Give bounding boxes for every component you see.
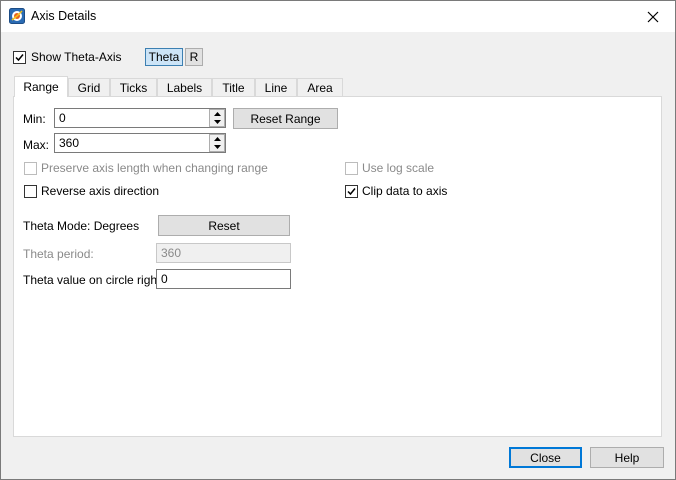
theta-circle-right-input[interactable]: 0 <box>156 269 291 289</box>
close-button[interactable]: Close <box>509 447 582 468</box>
close-icon <box>647 11 659 22</box>
spin-up-icon[interactable] <box>210 110 224 118</box>
show-axis-checkbox[interactable] <box>13 51 26 64</box>
preserve-length-checkbox[interactable] <box>24 162 37 175</box>
max-label: Max: <box>23 138 50 152</box>
reset-range-button[interactable]: Reset Range <box>233 108 338 129</box>
tab-line[interactable]: Line <box>255 78 297 97</box>
checkmark-icon <box>15 54 24 62</box>
tab-area[interactable]: Area <box>297 78 343 97</box>
window-title: Axis Details <box>31 9 97 23</box>
theta-period-input[interactable]: 360 <box>156 243 291 263</box>
tab-title[interactable]: Title <box>212 78 255 97</box>
min-input[interactable]: 0 <box>54 108 226 128</box>
tab-ticks[interactable]: Ticks <box>110 78 157 97</box>
app-icon <box>9 8 25 24</box>
help-button[interactable]: Help <box>590 447 664 468</box>
max-spinner[interactable] <box>209 134 225 152</box>
theta-circle-right-label: Theta value on circle right: <box>23 273 164 287</box>
tab-labels[interactable]: Labels <box>157 78 212 97</box>
tab-range[interactable]: Range <box>14 76 68 97</box>
checkmark-icon <box>347 188 356 196</box>
min-label: Min: <box>23 112 46 126</box>
spin-down-icon[interactable] <box>210 118 224 126</box>
theta-period-label: Theta period: <box>23 247 94 261</box>
preserve-length-label: Preserve axis length when changing range <box>41 161 268 175</box>
spin-up-icon[interactable] <box>210 135 224 143</box>
clip-data-checkbox[interactable] <box>345 185 358 198</box>
reset-theta-button[interactable]: Reset <box>158 215 290 236</box>
use-log-scale-label: Use log scale <box>362 161 435 175</box>
clip-data-label: Clip data to axis <box>362 184 448 198</box>
show-axis-label: Show Theta-Axis <box>31 50 122 64</box>
max-input[interactable]: 360 <box>54 133 226 153</box>
title-bar: Axis Details <box>1 1 675 32</box>
tab-grid[interactable]: Grid <box>68 78 110 97</box>
use-log-scale-checkbox[interactable] <box>345 162 358 175</box>
close-window-button[interactable] <box>631 1 675 32</box>
axis-toggle-theta[interactable]: Theta <box>145 48 183 66</box>
reverse-axis-checkbox[interactable] <box>24 185 37 198</box>
axis-toggle-r[interactable]: R <box>185 48 203 66</box>
reverse-axis-label: Reverse axis direction <box>41 184 160 198</box>
min-spinner[interactable] <box>209 109 225 127</box>
axis-details-dialog: Axis Details Show Theta-Axis Theta R Ran… <box>0 0 676 480</box>
theta-mode-label: Theta Mode: Degrees <box>23 219 140 233</box>
spin-down-icon[interactable] <box>210 143 224 151</box>
